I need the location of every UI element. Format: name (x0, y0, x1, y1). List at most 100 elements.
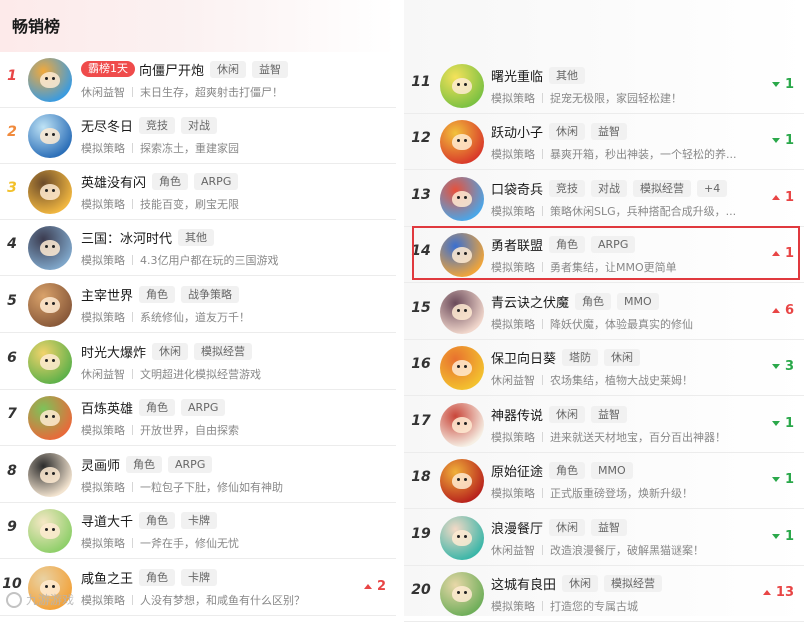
game-icon[interactable] (440, 459, 484, 503)
game-name[interactable]: 青云诀之伏魔 (491, 292, 569, 311)
genre-tag[interactable]: +4 (697, 179, 728, 197)
genre-tag[interactable]: 角色 (139, 568, 176, 586)
game-name[interactable]: 跃动小子 (491, 122, 543, 141)
genre-tag[interactable]: 竞技 (139, 116, 176, 134)
list-item[interactable]: 11 曙光重临 其他 模拟策略 捉宠无极限，家园轻松建！ 1 (404, 58, 804, 114)
game-icon[interactable] (28, 453, 72, 497)
genre-tag[interactable]: 角色 (139, 398, 176, 416)
list-item[interactable]: 14 勇者联盟 角色 ARPG 模拟策略 勇者集结，让MMO更简单 1 (404, 227, 804, 283)
game-icon[interactable] (28, 114, 72, 158)
game-name[interactable]: 勇者联盟 (491, 235, 543, 254)
list-item[interactable]: 15 青云诀之伏魔 角色 MMO 模拟策略 降妖伏魔，体验最真实的修仙 6 (404, 284, 804, 340)
genre-tag[interactable]: 模拟经营 (633, 179, 692, 197)
list-item[interactable]: 16 保卫向日葵 塔防 休闲 休闲益智 农场集结，植物大战史莱姆！ 3 (404, 340, 804, 396)
game-name[interactable]: 向僵尸开炮 (139, 60, 204, 79)
genre-tag[interactable]: 休闲 (152, 342, 189, 360)
game-icon[interactable] (440, 177, 484, 221)
game-icon[interactable] (440, 64, 484, 108)
game-icon[interactable] (28, 58, 72, 102)
list-item[interactable]: 17 神器传说 休闲 益智 模拟策略 进来就送天材地宝，百分百出神器！ 1 (404, 397, 804, 453)
genre-tag[interactable]: 休闲 (549, 405, 586, 423)
genre-tag[interactable]: 角色 (549, 461, 586, 479)
game-icon[interactable] (440, 516, 484, 560)
list-item[interactable]: 6 时光大爆炸 休闲 模拟经营 休闲益智 文明超进化模拟经营游戏 (0, 334, 396, 390)
genre-tag[interactable]: MMO (617, 292, 659, 310)
game-name[interactable]: 灵画师 (81, 455, 120, 474)
genre-tag[interactable]: 模拟经营 (194, 342, 253, 360)
game-name[interactable]: 神器传说 (491, 405, 543, 424)
genre-tag[interactable]: 战争策略 (181, 285, 240, 303)
game-name[interactable]: 浪漫餐厅 (491, 518, 543, 537)
game-name[interactable]: 英雄没有闪 (81, 172, 146, 191)
game-icon[interactable] (440, 346, 484, 390)
genre-tag[interactable]: 卡牌 (181, 511, 218, 529)
genre-tag[interactable]: ARPG (194, 172, 239, 190)
game-icon[interactable] (28, 340, 72, 384)
game-icon-eye (464, 83, 467, 86)
game-icon[interactable] (440, 120, 484, 164)
genre-tag[interactable]: 角色 (152, 172, 189, 190)
list-item[interactable]: 4 三国：冰河时代 其他 模拟策略 4.3亿用户都在玩的三国游戏 (0, 220, 396, 276)
game-name[interactable]: 保卫向日葵 (491, 348, 556, 367)
genre-tag[interactable]: 休闲 (549, 518, 586, 536)
genre-tag[interactable]: 塔防 (562, 348, 599, 366)
list-item[interactable]: 2 无尽冬日 竞技 对战 模拟策略 探索冻土，重建家园 (0, 108, 396, 164)
list-item[interactable]: 18 原始征途 角色 MMO 模拟策略 正式版重磅登场，焕新升级！ 1 (404, 453, 804, 509)
game-icon[interactable] (28, 509, 72, 553)
game-name[interactable]: 原始征途 (491, 461, 543, 480)
list-item[interactable]: 5 主宰世界 角色 战争策略 模拟策略 系统修仙，道友万千！ (0, 277, 396, 333)
game-icon[interactable] (28, 170, 72, 214)
genre-tag[interactable]: 益智 (591, 122, 628, 140)
genre-tag[interactable]: ARPG (181, 398, 226, 416)
list-item[interactable]: 19 浪漫餐厅 休闲 益智 休闲益智 改造浪漫餐厅，破解黑猫谜案！ 1 (404, 510, 804, 566)
game-icon[interactable] (440, 290, 484, 334)
genre-tag[interactable]: ARPG (591, 235, 636, 253)
game-icon[interactable] (440, 233, 484, 277)
genre-tag[interactable]: 其他 (178, 228, 215, 246)
genre-tag[interactable]: 角色 (549, 235, 586, 253)
game-name[interactable]: 百炼英雄 (81, 398, 133, 417)
genre-tag[interactable]: 益智 (591, 405, 628, 423)
list-item[interactable]: 1 霸榜1天 向僵尸开炮 休闲 益智 休闲益智 末日生存，超爽射击打僵尸！ (0, 52, 396, 108)
genre-tag[interactable]: 角色 (139, 285, 176, 303)
list-item[interactable]: 8 灵画师 角色 ARPG 模拟策略 一粒包子下肚，修仙如有神助 (0, 447, 396, 503)
genre-tag[interactable]: 对战 (181, 116, 218, 134)
game-name[interactable]: 无尽冬日 (81, 116, 133, 135)
game-name[interactable]: 曙光重临 (491, 66, 543, 85)
genre-tag[interactable]: 休闲 (562, 574, 599, 592)
game-name[interactable]: 主宰世界 (81, 285, 133, 304)
genre-tag[interactable]: 益智 (252, 60, 289, 78)
list-item[interactable]: 13 口袋奇兵 竞技 对战 模拟经营 +4 模拟策略 策略休闲SLG，兵种搭配合成升级，...… (404, 171, 804, 227)
genre-tag[interactable]: 其他 (549, 66, 586, 84)
list-item[interactable]: 9 寻道大千 角色 卡牌 模拟策略 一斧在手，修仙无忧 (0, 503, 396, 559)
game-name[interactable]: 咸鱼之王 (81, 568, 133, 587)
list-item[interactable]: 20 这城有良田 休闲 模拟经营 模拟策略 打造您的专属古城 13 (404, 566, 804, 622)
genre-tag[interactable]: MMO (591, 461, 633, 479)
game-icon[interactable] (28, 283, 72, 327)
game-name[interactable]: 寻道大千 (81, 511, 133, 530)
genre-tag[interactable]: 角色 (575, 292, 612, 310)
genre-tag[interactable]: ARPG (168, 455, 213, 473)
game-name[interactable]: 三国：冰河时代 (81, 228, 172, 247)
game-icon[interactable] (440, 572, 484, 616)
list-item[interactable]: 3 英雄没有闪 角色 ARPG 模拟策略 技能百变，刷宝无限 (0, 164, 396, 220)
game-name[interactable]: 时光大爆炸 (81, 342, 146, 361)
genre-tag[interactable]: 卡牌 (181, 568, 218, 586)
genre-tag[interactable]: 角色 (139, 511, 176, 529)
genre-tag[interactable]: 休闲 (604, 348, 641, 366)
genre-tag[interactable]: 对战 (591, 179, 628, 197)
genre-tag[interactable]: 角色 (126, 455, 163, 473)
genre-tag[interactable]: 竞技 (549, 179, 586, 197)
list-item[interactable]: 7 百炼英雄 角色 ARPG 模拟策略 开放世界，自由探索 (0, 390, 396, 446)
genre-tag[interactable]: 模拟经营 (604, 574, 663, 592)
list-item[interactable]: 12 跃动小子 休闲 益智 模拟策略 暴爽开箱，秒出神装，一个轻松的养... 1 (404, 114, 804, 170)
genre-tag[interactable]: 休闲 (210, 60, 247, 78)
game-name[interactable]: 口袋奇兵 (491, 179, 543, 198)
game-icon[interactable] (28, 226, 72, 270)
game-icon[interactable] (440, 403, 484, 447)
genre-tag[interactable]: 休闲 (549, 122, 586, 140)
rank-change-value: 1 (784, 190, 794, 205)
game-icon[interactable] (28, 396, 72, 440)
game-name[interactable]: 这城有良田 (491, 574, 556, 593)
genre-tag[interactable]: 益智 (591, 518, 628, 536)
